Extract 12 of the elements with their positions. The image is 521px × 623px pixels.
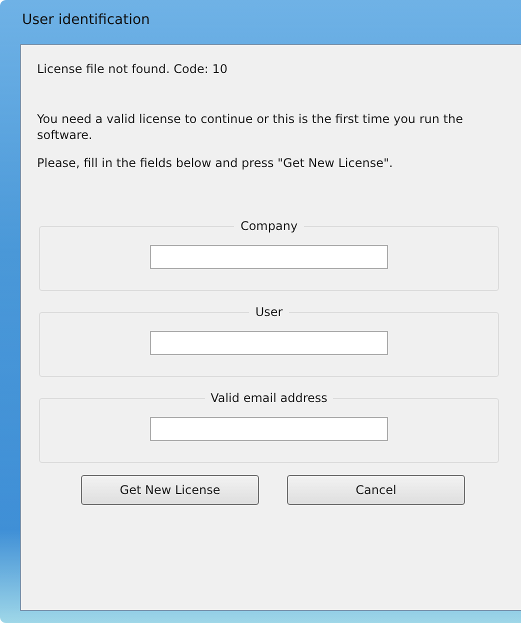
group-label: Valid email address: [210, 391, 328, 405]
window-title: User identification: [22, 12, 150, 28]
group-label: User: [254, 305, 284, 319]
instruction-message: Please, fill in the fields below and press "Get New License".: [37, 155, 394, 171]
info-message: You need a valid license to continue or this is the first time you run the software.: [37, 111, 464, 143]
dialog-button[interactable]: Cancel: [287, 475, 465, 505]
input-field[interactable]: [150, 245, 388, 269]
dialog-button[interactable]: Get New License: [81, 475, 259, 505]
input-field[interactable]: [150, 417, 388, 441]
input-field[interactable]: [150, 331, 388, 355]
group-label: Company: [239, 219, 299, 233]
status-message: License file not found. Code: 10: [37, 61, 228, 77]
